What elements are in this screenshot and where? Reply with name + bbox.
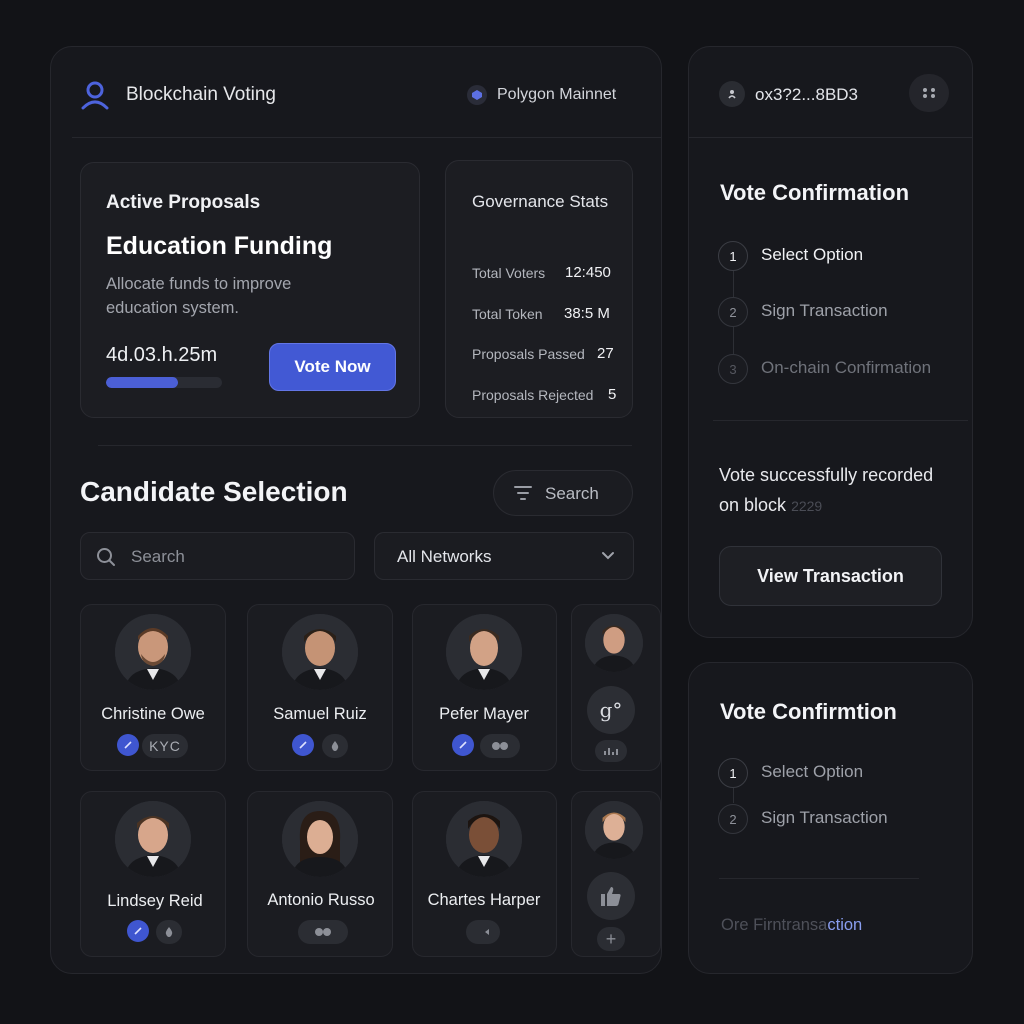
stat-total-token-value: 38:5 M [564, 305, 610, 322]
grid-menu-icon [923, 88, 935, 98]
hand-icon [480, 734, 520, 758]
step-label: Sign Transaction [761, 301, 888, 320]
verified-icon [452, 734, 474, 756]
stat-rejected-label: Proposals Rejected [472, 387, 594, 403]
step-number: 3 [718, 354, 748, 384]
view-transaction-button[interactable]: View Transaction [719, 546, 942, 606]
step-connector [733, 271, 734, 297]
confirmation-divider [713, 420, 968, 421]
wallet-avatar-icon [719, 81, 745, 107]
footer-accent: ction [827, 916, 863, 934]
proposal-title: Education Funding [106, 232, 333, 260]
hand-icon [298, 920, 348, 944]
wallet-divider [689, 137, 972, 138]
vote-now-button[interactable]: Vote Now [269, 343, 396, 391]
step-number: 1 [718, 758, 748, 788]
token-icon [156, 920, 182, 944]
transaction-footer-link[interactable]: Ore Firntransaction [721, 916, 862, 935]
candidate-section-title: Candidate Selection [80, 476, 348, 507]
proposals-kicker: Active Proposals [106, 192, 261, 213]
step-label: Select Option [761, 762, 864, 781]
step-number: 1 [718, 241, 748, 271]
candidate-avatar [585, 801, 643, 859]
step-number: 2 [718, 297, 748, 327]
step-number: 2 [718, 804, 748, 834]
candidate-avatar [446, 801, 522, 877]
voting-progress-fill [106, 377, 178, 388]
stat-total-voters-label: Total Voters [472, 265, 546, 281]
app-title: Blockchain Voting [126, 84, 276, 105]
stats-title: Governance Stats [472, 192, 609, 211]
polygon-network-icon [467, 85, 487, 105]
confirmation-title: Vote Confirmation [720, 180, 910, 205]
footer-text: Ore Firntransa [721, 916, 828, 934]
stat-total-token-label: Total Token [472, 306, 543, 322]
step-connector [733, 788, 734, 803]
confirmation-title: Vote Confirmtion [720, 699, 897, 724]
chart-icon [595, 740, 627, 762]
verified-icon [292, 734, 314, 756]
vote-hand-icon [466, 920, 500, 944]
kyc-badge: KYC [142, 734, 188, 758]
stat-rejected-value: 5 [608, 386, 617, 403]
network-selector[interactable]: Polygon Mainnet [497, 86, 616, 104]
voting-logo-icon [81, 81, 109, 110]
stat-passed-label: Proposals Passed [472, 346, 585, 362]
candidate-avatar [115, 614, 191, 690]
verified-icon [117, 734, 139, 756]
step-connector [733, 327, 734, 354]
candidate-name: Pefer Mayer [439, 705, 529, 723]
header-divider [72, 137, 662, 138]
stat-passed-value: 27 [597, 345, 614, 362]
voting-progress-bar [106, 377, 222, 388]
stat-total-voters-value: 12:450 [565, 264, 611, 281]
menu-button[interactable] [909, 74, 949, 112]
success-message: Vote successfully recorded on block 2229 [719, 460, 939, 521]
candidate-name: Chartes Harper [427, 891, 541, 909]
candidate-name: Lindsey Reid [107, 892, 203, 910]
countdown-timer: 4d.03.h.25m [106, 344, 218, 366]
candidate-avatar [115, 801, 191, 877]
step-label: Select Option [761, 245, 864, 264]
chevron-down-icon [602, 552, 614, 560]
verified-icon [127, 920, 149, 942]
candidate-avatar [585, 614, 643, 672]
step-label: Sign Transaction [761, 808, 888, 827]
filter-label: Search [545, 484, 599, 503]
candidate-avatar [282, 614, 358, 690]
candidate-name: Christine Owe [101, 705, 205, 723]
network-filter-value: All Networks [397, 547, 492, 566]
add-icon[interactable]: + [597, 927, 625, 951]
candidate-avatar [282, 801, 358, 877]
search-placeholder: Search [131, 547, 185, 566]
step-label: On-chain Confirmation [761, 358, 932, 377]
block-number: 2229 [791, 498, 823, 514]
token-icon [322, 734, 348, 758]
search-icon [97, 548, 115, 566]
proposal-description: Allocate funds to improve education syst… [106, 275, 292, 317]
success-message-text: Vote successfully recorded on block [719, 465, 934, 515]
thumbs-up-icon[interactable] [587, 872, 635, 920]
confirmation-divider [719, 878, 919, 879]
section-divider [98, 445, 632, 446]
wallet-address[interactable]: ox3?2...8BD3 [755, 85, 858, 105]
candidate-name: Antonio Russo [267, 891, 375, 909]
candidate-search-input[interactable] [80, 532, 355, 580]
candidate-avatar [446, 614, 522, 690]
candidate-name: Samuel Ruiz [273, 705, 367, 723]
logo-icon: g° [587, 686, 635, 734]
filter-icon [514, 486, 532, 500]
